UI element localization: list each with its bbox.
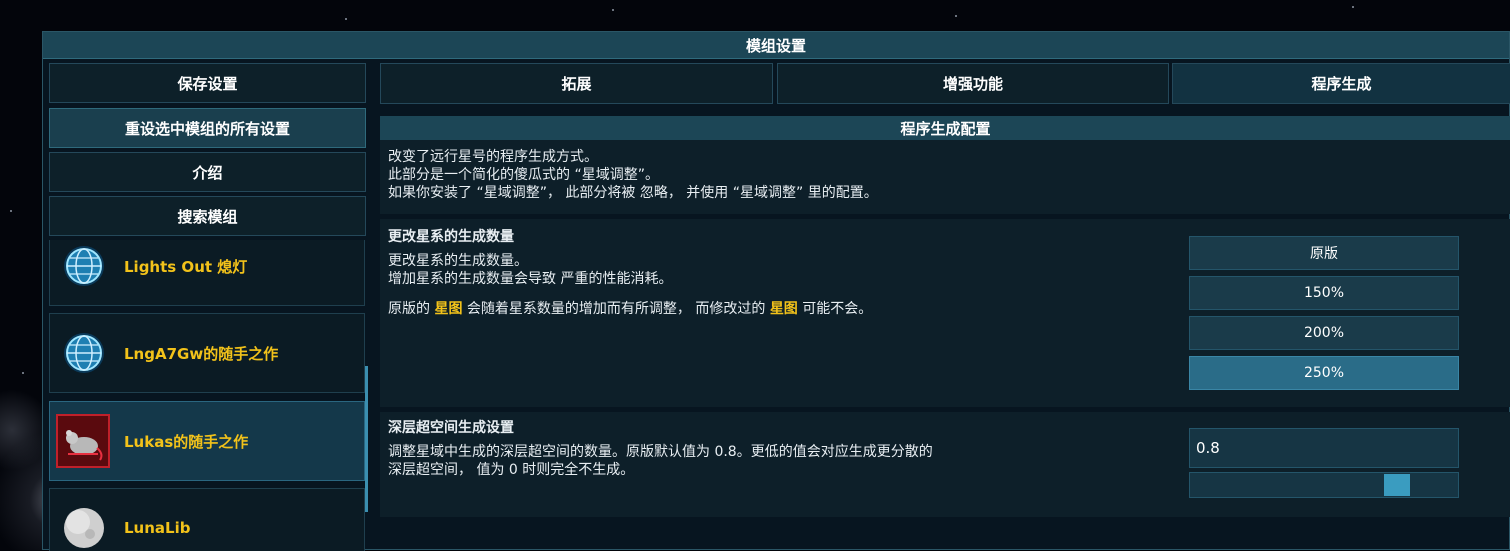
tab-expansion[interactable]: 拓展 <box>380 63 773 104</box>
system-count-panel: 更改星系的生成数量 更改星系的生成数量。 增加星系的生成数量会导致 严重的性能消… <box>380 219 1510 407</box>
note-text: 原版的 <box>388 301 435 317</box>
mod-item-lights-out[interactable]: Lights Out 熄灯 <box>49 240 365 306</box>
globe-icon <box>64 246 104 286</box>
mod-item-lnga7gw[interactable]: LngA7Gw的随手之作 <box>49 313 365 393</box>
window-title: 模组设置 <box>43 32 1509 59</box>
search-mods-button[interactable]: 搜索模组 <box>49 196 366 236</box>
setting-heading: 深层超空间生成设置 <box>388 420 514 436</box>
intro-line: 改变了远行星号的程序生成方式。 <box>388 149 598 165</box>
star <box>612 9 614 11</box>
intro-line: 此部分是一个简化的傻瓜式的 “星域调整”。 <box>388 167 659 183</box>
starmap-highlight: 星图 <box>434 301 463 317</box>
hyperspace-value-field[interactable]: 0.8 <box>1189 428 1459 468</box>
star <box>10 210 12 212</box>
moon-icon <box>64 508 104 548</box>
mod-list-scrollbar[interactable] <box>365 366 368 512</box>
mod-name: Lukas的随手之作 <box>124 432 249 451</box>
option-150[interactable]: 150% <box>1189 276 1459 310</box>
mod-item-lukas[interactable]: Lukas的随手之作 <box>49 401 365 481</box>
slider-thumb[interactable] <box>1384 474 1410 496</box>
note-text: 可能不会。 <box>797 301 873 317</box>
mod-settings-window: 模组设置 保存设置 重设选中模组的所有设置 介绍 搜索模组 Lights Out… <box>42 31 1510 551</box>
globe-icon <box>64 333 104 373</box>
introduction-button[interactable]: 介绍 <box>49 152 366 192</box>
rat-icon <box>56 414 110 468</box>
hyperspace-panel: 深层超空间生成设置 调整星域中生成的深层超空间的数量。原版默认值为 0.8。更低… <box>380 412 1510 517</box>
mod-name: LunaLib <box>124 519 191 537</box>
setting-description: 调整星域中生成的深层超空间的数量。原版默认值为 0.8。更低的值会对应生成更分散… <box>388 444 933 460</box>
hyperspace-slider[interactable] <box>1189 472 1459 498</box>
starmap-note: 原版的 星图 会随着星系数量的增加而有所调整， 而修改过的 星图 可能不会。 <box>388 301 872 318</box>
setting-description: 更改星系的生成数量。 <box>388 253 528 269</box>
mod-name: LngA7Gw的随手之作 <box>124 344 279 363</box>
tab-procgen[interactable]: 程序生成 <box>1172 63 1510 104</box>
mod-name: Lights Out 熄灯 <box>124 257 248 276</box>
mod-item-lunalib[interactable]: LunaLib <box>49 488 365 551</box>
mod-list[interactable]: Lights Out 熄灯 LngA7Gw的随手之作 Lukas的随手之作 Lu… <box>49 240 369 551</box>
star <box>1352 6 1354 8</box>
save-settings-button[interactable]: 保存设置 <box>49 63 366 103</box>
star <box>22 372 24 374</box>
setting-description: 增加星系的生成数量会导致 严重的性能消耗。 <box>388 271 673 287</box>
intro-line: 如果你安装了 “星域调整”， 此部分将被 忽略， 并使用 “星域调整” 里的配置… <box>388 185 878 201</box>
setting-description: 深层超空间， 值为 0 时则完全不生成。 <box>388 462 635 478</box>
option-250[interactable]: 250% <box>1189 356 1459 390</box>
setting-heading: 更改星系的生成数量 <box>388 229 514 245</box>
star <box>345 18 347 20</box>
star <box>955 15 957 17</box>
config-section-title: 程序生成配置 <box>380 116 1510 140</box>
note-text: 会随着星系数量的增加而有所调整， 而修改过的 <box>462 301 770 317</box>
option-vanilla[interactable]: 原版 <box>1189 236 1459 270</box>
option-200[interactable]: 200% <box>1189 316 1459 350</box>
intro-panel: 改变了远行星号的程序生成方式。 此部分是一个简化的傻瓜式的 “星域调整”。 如果… <box>380 140 1510 214</box>
reset-selected-mod-button[interactable]: 重设选中模组的所有设置 <box>49 108 366 148</box>
starmap-highlight: 星图 <box>769 301 798 317</box>
tab-enhancements[interactable]: 增强功能 <box>777 63 1169 104</box>
